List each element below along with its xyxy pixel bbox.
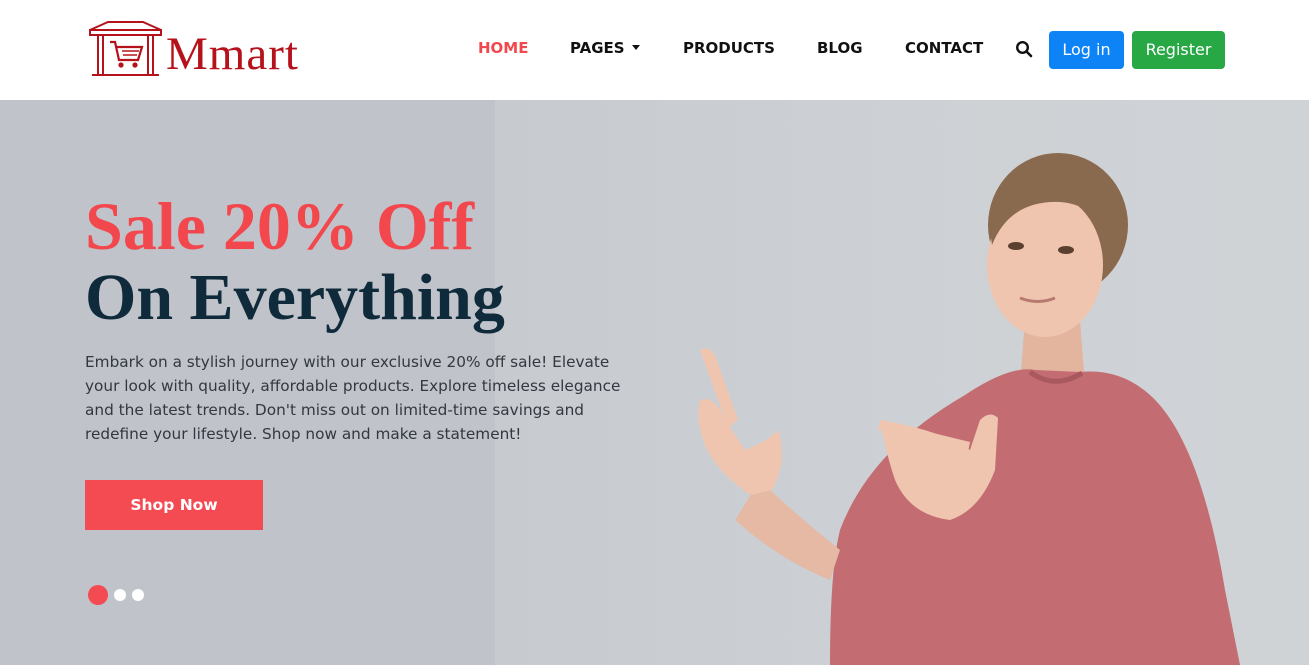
register-button[interactable]: Register [1132,31,1225,69]
hero-headline-everything: On Everything [85,261,505,334]
brand-logo[interactable]: Mmart [88,18,338,80]
hero-model-image [698,153,1240,665]
carousel-dot-1[interactable] [88,585,108,605]
nav-products[interactable]: PRODUCTS [683,38,775,58]
login-button[interactable]: Log in [1049,31,1124,69]
nav-pages-label: PAGES [570,39,625,57]
brand-name: Mmart [166,28,299,80]
nav-contact[interactable]: CONTACT [905,38,983,58]
shopping-cart-store-icon [89,21,162,76]
shop-now-button[interactable]: Shop Now [85,480,263,530]
hero-banner: Sale 20% Off On Everything Embark on a s… [0,100,1309,665]
nav-home[interactable]: HOME [478,38,528,58]
hero-headline-sale: Sale 20% Off [85,188,475,264]
site-header: Mmart HOME PAGES PRODUCTS BLOG CONTACT L… [0,0,1309,100]
hero-description: Embark on a stylish journey with our exc… [85,353,621,443]
nav-pages[interactable]: PAGES [570,38,640,58]
chevron-down-icon [631,45,640,50]
search-icon[interactable] [1015,40,1033,58]
nav-blog[interactable]: BLOG [817,38,863,58]
carousel-dot-2[interactable] [114,589,126,601]
carousel-dot-3[interactable] [132,589,144,601]
